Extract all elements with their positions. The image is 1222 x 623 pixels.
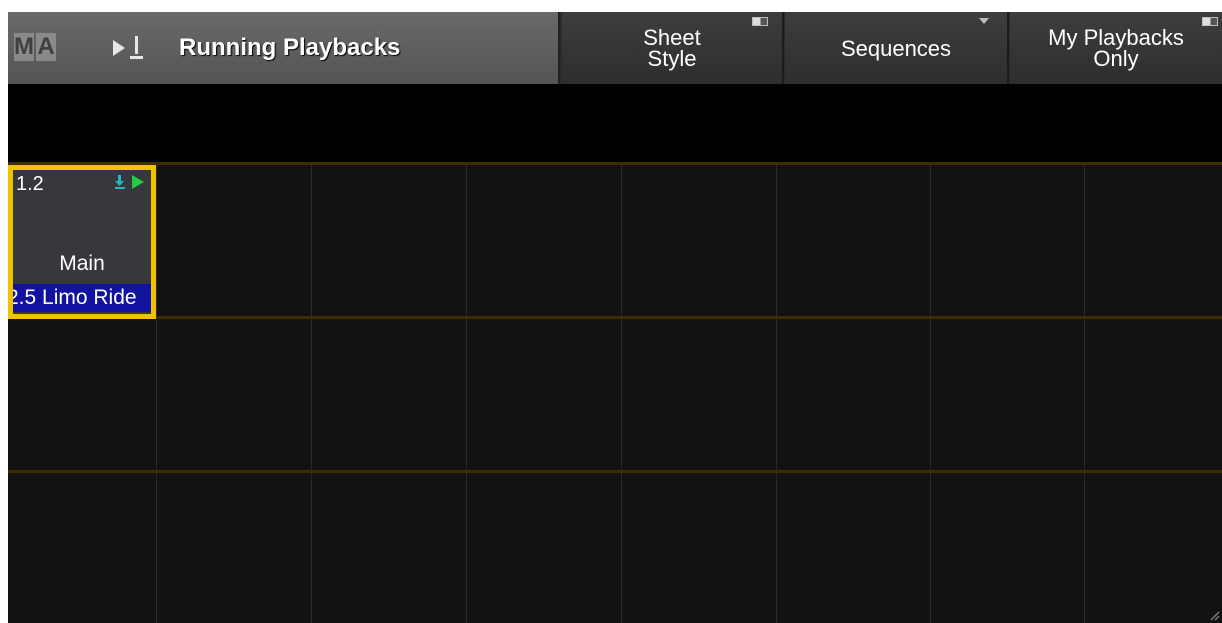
toggle-indicator-icon <box>1202 17 1218 26</box>
grid-cell[interactable] <box>157 165 312 316</box>
playback-grid: 1.2 Main 2.5 Limo Ride <box>8 162 1222 623</box>
my-playbacks-only-button[interactable]: My Playbacks Only <box>1010 12 1222 84</box>
logo-letter-m: M <box>14 33 34 61</box>
playback-name: Main <box>59 252 105 275</box>
play-icon <box>132 175 144 189</box>
window-title: Running Playbacks <box>179 34 401 61</box>
grid-cell[interactable] <box>622 319 777 470</box>
my-playbacks-label-line2: Only <box>1093 46 1139 71</box>
sequences-label: Sequences <box>840 35 952 61</box>
grid-cell[interactable] <box>312 473 467 623</box>
grid-cell[interactable] <box>1085 319 1222 470</box>
go-to-icon <box>115 175 125 189</box>
grid-row-1 <box>8 162 1222 316</box>
running-playbacks-window: M A Running Playbacks Sheet Style Sequen… <box>8 12 1222 623</box>
grid-cell[interactable] <box>1085 165 1222 316</box>
toggle-indicator-icon <box>752 17 768 26</box>
dropdown-arrow-icon <box>979 18 989 24</box>
grid-cell[interactable] <box>312 319 467 470</box>
playback-number: 1.2 <box>16 173 44 195</box>
grid-cell[interactable] <box>777 319 931 470</box>
grid-cell[interactable] <box>157 473 312 623</box>
playback-status-icons <box>115 175 144 189</box>
sheet-style-label-line1: Sheet <box>643 25 701 50</box>
grid-cell[interactable] <box>157 319 312 470</box>
logo-letter-a: A <box>36 33 56 61</box>
title-area[interactable]: M A Running Playbacks <box>8 12 560 84</box>
grid-row-2 <box>8 316 1222 470</box>
my-playbacks-label-line1: My Playbacks <box>1048 25 1184 50</box>
resize-handle-icon[interactable] <box>1208 609 1220 621</box>
grid-cell[interactable] <box>1085 473 1222 623</box>
grid-cell[interactable] <box>931 473 1085 623</box>
grid-cell[interactable] <box>312 165 467 316</box>
grid-cell[interactable] <box>8 473 157 623</box>
header-band <box>8 84 1222 162</box>
grid-cell[interactable] <box>931 319 1085 470</box>
grid-row-3 <box>8 470 1222 623</box>
ma-logo[interactable]: M A <box>14 33 56 61</box>
sequences-button[interactable]: Sequences <box>785 12 1009 84</box>
grid-cell[interactable] <box>777 165 931 316</box>
grid-cell[interactable] <box>622 473 777 623</box>
title-bar: M A Running Playbacks Sheet Style Sequen… <box>8 12 1222 84</box>
grid-cell[interactable] <box>931 165 1085 316</box>
sheet-style-label-line2: Style <box>647 46 697 71</box>
playback-window-icon <box>113 36 143 59</box>
playback-tile-selected[interactable]: 1.2 Main 2.5 Limo Ride <box>8 165 156 319</box>
current-cue-bar: 2.5 Limo Ride <box>13 284 151 312</box>
grid-cell[interactable] <box>777 473 931 623</box>
grid-cell[interactable] <box>8 319 157 470</box>
grid-cell[interactable] <box>467 473 622 623</box>
grid-cell[interactable] <box>467 165 622 316</box>
grid-cell[interactable] <box>622 165 777 316</box>
sheet-style-button[interactable]: Sheet Style <box>562 12 784 84</box>
grid-cell[interactable] <box>467 319 622 470</box>
